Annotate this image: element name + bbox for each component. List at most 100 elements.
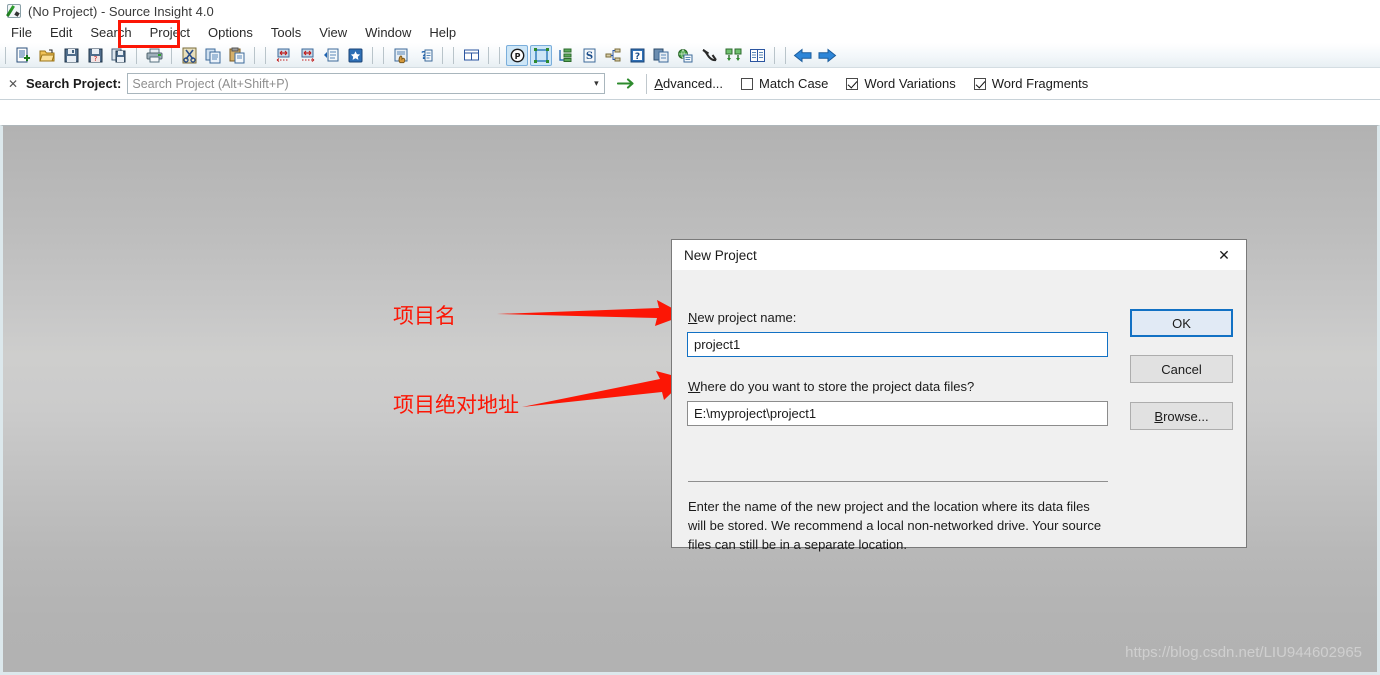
toolbar-divider bbox=[372, 46, 373, 64]
open-folder-icon[interactable] bbox=[36, 45, 58, 66]
file-list-icon[interactable] bbox=[746, 45, 768, 66]
toolbar-divider bbox=[383, 46, 384, 64]
toolbar-divider bbox=[265, 46, 266, 64]
word-fragments-label: Word Fragments bbox=[991, 76, 1089, 91]
match-case-label: Match Case bbox=[759, 76, 829, 91]
toolbar-divider bbox=[774, 46, 775, 64]
annotation-project-path: 项目绝对地址 bbox=[393, 393, 519, 417]
dialog-titlebar: New Project ✕ bbox=[672, 240, 1246, 270]
search-project-label: Search Project: bbox=[26, 76, 122, 91]
main-toolbar: ? ? P S ? bbox=[0, 43, 1380, 68]
toolbar-divider bbox=[785, 46, 786, 64]
search-project-combobox[interactable]: ▾ bbox=[127, 73, 606, 94]
symbol-window-icon[interactable] bbox=[530, 44, 552, 66]
project-path-label: Where do you want to store the project d… bbox=[688, 379, 974, 394]
dialog-separator bbox=[688, 481, 1108, 482]
toolbar-divider bbox=[254, 46, 255, 64]
chevron-down-icon[interactable]: ▾ bbox=[588, 74, 604, 93]
arrow-right-icon[interactable] bbox=[613, 72, 639, 96]
toolbar-divider bbox=[171, 46, 172, 64]
copy-file-icon[interactable] bbox=[108, 45, 130, 66]
dialog-description: Enter the name of the new project and th… bbox=[688, 499, 1102, 552]
accel-b: B bbox=[1154, 408, 1164, 424]
checkbox-box[interactable] bbox=[973, 77, 986, 90]
split-window-icon[interactable] bbox=[460, 45, 482, 66]
word-fragments-checkbox[interactable]: Word Fragments bbox=[973, 76, 1089, 91]
new-file-icon[interactable] bbox=[12, 45, 34, 66]
save-all-icon[interactable]: ? bbox=[84, 45, 106, 66]
window-title: (No Project) - Source Insight 4.0 bbox=[28, 3, 214, 19]
checkbox-box[interactable] bbox=[741, 77, 754, 90]
sync-files-icon[interactable] bbox=[722, 45, 744, 66]
watermark: https://blog.csdn.net/LIU944602965 bbox=[1125, 644, 1362, 661]
ok-button[interactable]: OK bbox=[1130, 309, 1233, 337]
menu-file[interactable]: File bbox=[2, 23, 41, 42]
smart-rename-icon[interactable] bbox=[698, 45, 720, 66]
svg-text:?: ? bbox=[634, 52, 639, 62]
add-file-icon[interactable] bbox=[650, 45, 672, 66]
back-arrow-icon[interactable] bbox=[792, 45, 814, 66]
label-rest: ew project name: bbox=[697, 310, 797, 325]
word-variations-label: Word Variations bbox=[864, 76, 956, 91]
copy-icon[interactable] bbox=[202, 45, 224, 66]
insert-block-icon[interactable] bbox=[320, 45, 342, 66]
toolbar-divider bbox=[5, 46, 6, 64]
toolbar-divider bbox=[499, 46, 500, 64]
project-path-input[interactable]: E:\myproject\project1 bbox=[687, 401, 1108, 426]
menu-options[interactable]: Options bbox=[199, 23, 262, 42]
indent-left-icon[interactable] bbox=[272, 45, 294, 66]
menu-window[interactable]: Window bbox=[356, 23, 420, 42]
highlight-hand-icon[interactable] bbox=[390, 45, 412, 66]
toolbar-divider bbox=[453, 46, 454, 64]
dialog-body: New project name: project1 Where do you … bbox=[672, 270, 1246, 552]
menu-search[interactable]: Search bbox=[81, 23, 140, 42]
search-divider bbox=[646, 73, 648, 94]
forward-arrow-icon[interactable] bbox=[816, 45, 838, 66]
advanced-button[interactable]: Advanced... bbox=[654, 76, 723, 91]
indent-right-icon[interactable] bbox=[296, 45, 318, 66]
save-icon[interactable] bbox=[60, 45, 82, 66]
match-case-checkbox[interactable]: Match Case bbox=[741, 76, 828, 91]
menu-view[interactable]: View bbox=[310, 23, 356, 42]
menu-tools[interactable]: Tools bbox=[262, 23, 310, 42]
toolbar-divider bbox=[488, 46, 489, 64]
menubar: File Edit Search Project Options Tools V… bbox=[0, 22, 1380, 43]
outline-icon[interactable] bbox=[554, 45, 576, 66]
annotation-arrow-top bbox=[497, 300, 685, 326]
menu-project[interactable]: Project bbox=[141, 23, 199, 42]
svg-text:P: P bbox=[514, 52, 520, 61]
close-icon[interactable]: ✕ bbox=[1202, 240, 1246, 270]
search-project-bar: ✕ Search Project: ▾ Advanced... Match Ca… bbox=[0, 68, 1380, 100]
cancel-button[interactable]: Cancel bbox=[1130, 355, 1233, 383]
cut-scissors-icon[interactable] bbox=[178, 45, 200, 66]
button-rest: rowse... bbox=[1163, 408, 1209, 424]
context-help-icon[interactable]: ? bbox=[626, 45, 648, 66]
source-insight-window: (No Project) - Source Insight 4.0 File E… bbox=[0, 0, 1380, 675]
print-icon[interactable] bbox=[143, 45, 165, 66]
svg-text:S: S bbox=[585, 51, 592, 62]
project-name-input[interactable]: project1 bbox=[687, 332, 1108, 357]
help-context-icon[interactable]: ? bbox=[414, 45, 436, 66]
menu-edit[interactable]: Edit bbox=[41, 23, 81, 42]
svg-text:?: ? bbox=[93, 55, 97, 63]
accel-n: N bbox=[688, 310, 698, 325]
bookmark-star-icon[interactable] bbox=[344, 45, 366, 66]
source-symbol-icon[interactable]: S bbox=[578, 45, 600, 66]
source-insight-logo-icon bbox=[6, 3, 22, 19]
browse-globe-icon[interactable] bbox=[674, 45, 696, 66]
new-project-name-label: New project name: bbox=[688, 310, 796, 325]
label-rest: here do you want to store the project da… bbox=[700, 379, 975, 394]
browse-button[interactable]: Browse... bbox=[1130, 402, 1233, 430]
paste-icon[interactable] bbox=[226, 45, 248, 66]
annotation-arrow-bottom bbox=[522, 371, 686, 407]
close-x-icon[interactable]: ✕ bbox=[4, 77, 22, 91]
menu-help[interactable]: Help bbox=[420, 23, 465, 42]
dialog-title: New Project bbox=[684, 247, 757, 263]
word-variations-checkbox[interactable]: Word Variations bbox=[846, 76, 956, 91]
toolbar-divider bbox=[136, 46, 137, 64]
annotation-project-name: 项目名 bbox=[393, 304, 456, 328]
project-symbol-icon[interactable]: P bbox=[506, 44, 528, 66]
relation-window-icon[interactable] bbox=[602, 45, 624, 66]
search-input[interactable] bbox=[128, 74, 589, 93]
checkbox-box[interactable] bbox=[846, 77, 859, 90]
